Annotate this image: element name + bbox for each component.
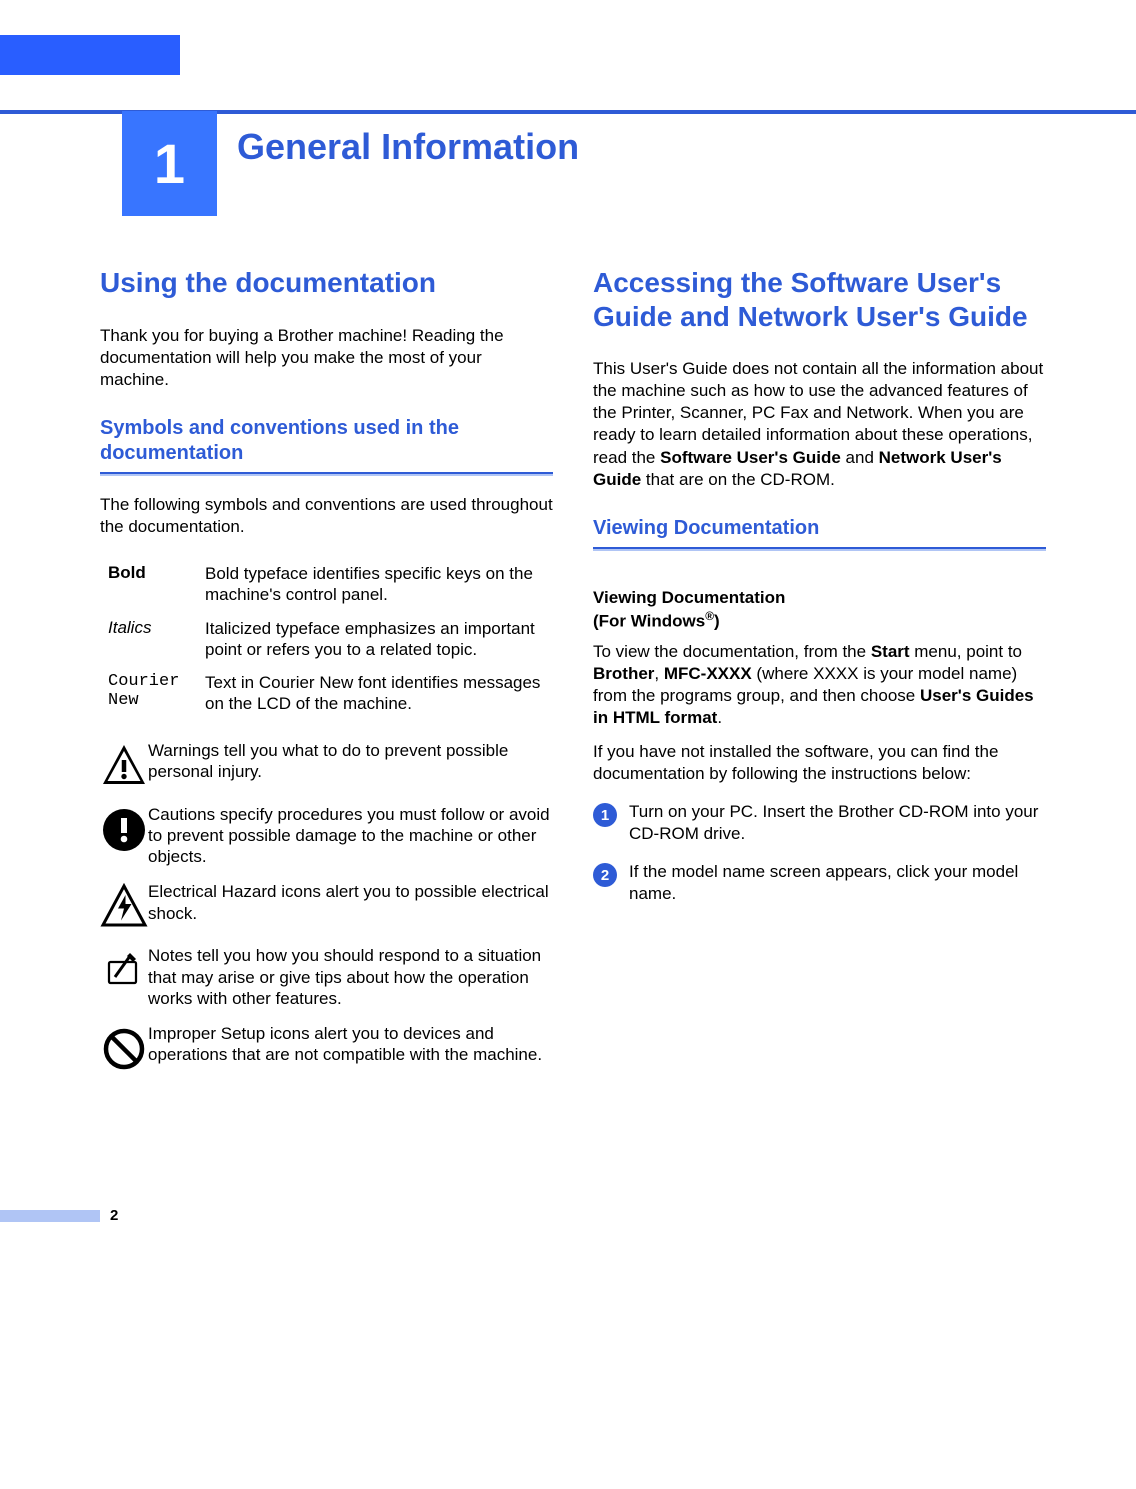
- text-fragment: menu, point to: [910, 642, 1022, 661]
- subsection-symbols-title: Symbols and conventions used in the docu…: [100, 416, 553, 466]
- step-item: 2 If the model name screen appears, clic…: [593, 861, 1046, 905]
- text-fragment: (For Windows: [593, 612, 705, 631]
- subsection-underline: [593, 547, 1046, 551]
- table-row: Italics Italicized typeface emphasizes a…: [100, 618, 553, 661]
- table-row: Courier New Text in Courier New font ide…: [100, 672, 553, 715]
- text-fragment: Viewing Documentation: [593, 588, 785, 607]
- top-header-bar: [0, 0, 1136, 40]
- warning-icon: [100, 740, 148, 790]
- text-bold: Start: [871, 642, 910, 661]
- not-installed-paragraph: If you have not installed the software, …: [593, 741, 1046, 785]
- icon-desc: Warnings tell you what to do to prevent …: [148, 740, 553, 783]
- text-fragment: ,: [654, 664, 663, 683]
- improper-setup-icon: [100, 1023, 148, 1073]
- left-column: Using the documentation Thank you for bu…: [100, 266, 553, 1087]
- table-row: Electrical Hazard icons alert you to pos…: [100, 881, 553, 931]
- table-row: Improper Setup icons alert you to device…: [100, 1023, 553, 1073]
- conv-desc: Bold typeface identifies specific keys o…: [205, 563, 553, 606]
- section-heading-accessing: Accessing the Software User's Guide and …: [593, 266, 1046, 333]
- conv-desc: Italicized typeface emphasizes an import…: [205, 618, 553, 661]
- conv-label-courier: Courier New: [100, 672, 205, 715]
- text-bold: Brother: [593, 664, 654, 683]
- caution-icon: [100, 804, 148, 854]
- chapter-number-box: 1: [122, 111, 217, 216]
- step-text: If the model name screen appears, click …: [629, 861, 1046, 905]
- table-row: Warnings tell you what to do to prevent …: [100, 740, 553, 790]
- table-row: Notes tell you how you should respond to…: [100, 945, 553, 1009]
- content-area: Using the documentation Thank you for bu…: [0, 216, 1136, 1127]
- viewing-doc-windows-title: Viewing Documentation (For Windows®): [593, 587, 1046, 633]
- table-row: Bold Bold typeface identifies specific k…: [100, 563, 553, 606]
- step-text: Turn on your PC. Insert the Brother CD-R…: [629, 801, 1046, 845]
- table-row: Cautions specify procedures you must fol…: [100, 804, 553, 868]
- step-item: 1 Turn on your PC. Insert the Brother CD…: [593, 801, 1046, 845]
- conv-label-bold: Bold: [100, 563, 205, 606]
- intro-paragraph: Thank you for buying a Brother machine! …: [100, 325, 553, 391]
- icon-desc: Cautions specify procedures you must fol…: [148, 804, 553, 868]
- step-number-badge: 2: [593, 863, 617, 887]
- symbols-intro: The following symbols and conventions ar…: [100, 494, 553, 538]
- icon-desc: Electrical Hazard icons alert you to pos…: [148, 881, 553, 924]
- icon-definitions-table: Warnings tell you what to do to prevent …: [100, 740, 553, 1074]
- text-bold: Software User's Guide: [660, 448, 841, 467]
- text-bold: MFC-XXXX: [664, 664, 752, 683]
- right-column: Accessing the Software User's Guide and …: [593, 266, 1046, 1087]
- text-fragment: .: [717, 708, 722, 727]
- footer-accent-block: [0, 1210, 100, 1222]
- icon-desc: Notes tell you how you should respond to…: [148, 945, 553, 1009]
- section-heading-using-doc: Using the documentation: [100, 266, 553, 300]
- text-fragment: ): [714, 612, 720, 631]
- chapter-title: General Information: [237, 126, 579, 168]
- electrical-hazard-icon: [100, 881, 148, 931]
- chapter-number: 1: [154, 131, 185, 196]
- chapter-header: 1 General Information: [0, 111, 1136, 216]
- registered-symbol: ®: [705, 609, 714, 623]
- text-fragment: To view the documentation, from the: [593, 642, 871, 661]
- accessing-intro: This User's Guide does not contain all t…: [593, 358, 1046, 491]
- conv-desc: Text in Courier New font identifies mess…: [205, 672, 553, 715]
- text-fragment: and: [841, 448, 879, 467]
- icon-desc: Improper Setup icons alert you to device…: [148, 1023, 553, 1066]
- view-doc-paragraph: To view the documentation, from the Star…: [593, 641, 1046, 729]
- footer: 2: [0, 1207, 1136, 1252]
- top-accent-block: [0, 35, 180, 75]
- subsection-underline: [100, 472, 553, 476]
- conventions-table: Bold Bold typeface identifies specific k…: [100, 563, 553, 715]
- page-number: 2: [110, 1207, 118, 1224]
- subsection-viewing-doc-title: Viewing Documentation: [593, 516, 1046, 541]
- step-number-badge: 1: [593, 803, 617, 827]
- note-icon: [100, 945, 148, 995]
- text-fragment: that are on the CD-ROM.: [641, 470, 835, 489]
- conv-label-italics: Italics: [100, 618, 205, 661]
